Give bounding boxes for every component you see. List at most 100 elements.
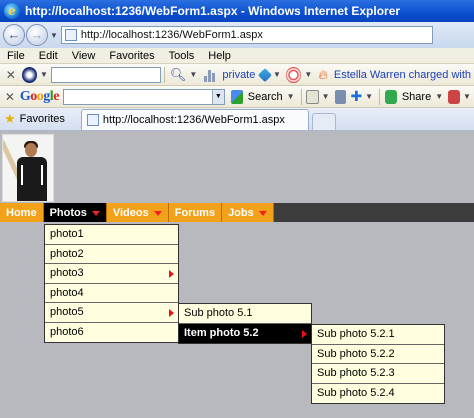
favorites-button[interactable]: ★ Favorites (4, 110, 71, 130)
tab-page-icon (86, 114, 99, 126)
new-tab-button[interactable] (311, 113, 336, 130)
site-nav-bar: Home Photos Videos Forums Jobs (0, 203, 474, 222)
toolbar-logo-icon[interactable] (21, 66, 37, 83)
photo5-menu-item[interactable]: Sub photo 5.1 (179, 304, 311, 324)
browser-tab-active[interactable]: http://localhost:1236/WebForm1.aspx (80, 109, 309, 130)
bar-chart-icon[interactable] (204, 68, 216, 82)
toolbar-row-1: ✕ ▼ 🔍︎ ▼ private ▼ ▼ 🔥︎ Estella Warren c… (0, 64, 474, 86)
menu-help[interactable]: Help (201, 50, 238, 62)
toolbar-dropdown-icon[interactable]: ▼ (40, 70, 48, 79)
menu-tools[interactable]: Tools (162, 50, 202, 62)
history-dropdown-icon[interactable]: ▼ (50, 31, 58, 40)
photos-menu-item-label: photo2 (50, 247, 84, 260)
nav-label: Forums (174, 206, 216, 219)
back-button[interactable]: ← (3, 24, 25, 46)
nav-photos[interactable]: Photos (43, 203, 107, 222)
page-rank-icon[interactable] (306, 89, 319, 104)
photos-menu-item-label: photo3 (50, 267, 84, 280)
cricketer-photo (2, 134, 54, 202)
divider (163, 66, 165, 83)
submenu-arrow-icon (169, 309, 174, 317)
photo52-menu-item-label: Sub photo 5.2.2 (317, 347, 395, 360)
share-button[interactable]: Share (402, 91, 431, 103)
nav-label: Videos (112, 206, 149, 219)
dropdown-caret-icon (91, 211, 100, 216)
submenu-arrow-icon (302, 329, 307, 338)
photos-menu-item[interactable]: photo2 (45, 245, 178, 264)
menu-view[interactable]: View (65, 50, 103, 62)
fire-icon[interactable]: 🔥︎ (318, 67, 328, 83)
dropdown-caret-icon (153, 211, 162, 216)
photos-menu-item-label: photo5 (50, 306, 84, 319)
address-input[interactable]: http://localhost:1236/WebForm1.aspx (60, 26, 433, 44)
google-logo: Google (19, 88, 59, 104)
nav-forums[interactable]: Forums (168, 203, 223, 222)
spellcheck-dropdown-icon[interactable]: ▼ (463, 92, 471, 101)
nav-jobs[interactable]: Jobs (222, 203, 274, 222)
ie-logo-icon: e (4, 3, 20, 19)
target-dropdown-icon[interactable]: ▼ (304, 70, 312, 79)
photo52-menu-item[interactable]: Sub photo 5.2.3 (312, 364, 444, 384)
photos-menu-item-label: photo6 (50, 326, 84, 339)
photo5-menu-item-label: Item photo 5.2 (184, 327, 259, 340)
photos-menu-item[interactable]: photo5 (45, 303, 178, 323)
menu-file[interactable]: File (0, 50, 32, 62)
link-icon[interactable] (258, 67, 273, 82)
toolbar-search-input[interactable] (50, 66, 161, 83)
site-nav-items: Home Photos Videos Forums Jobs (0, 203, 274, 222)
window-title: http://localhost:1236/WebForm1.aspx - Wi… (25, 4, 401, 18)
photo52-menu-item-label: Sub photo 5.2.3 (317, 367, 395, 380)
spellcheck-icon[interactable] (448, 89, 461, 104)
magnifier-icon[interactable]: 🔍︎ (170, 67, 187, 83)
photos-menu-item[interactable]: photo4 (45, 284, 178, 303)
page-content: Home Photos Videos Forums Jobs photo1 photo2 p… (0, 131, 474, 418)
puzzle-icon[interactable]: ✚ (350, 88, 362, 105)
google-search-button[interactable]: Search (248, 91, 283, 103)
page-rank-dropdown-icon[interactable]: ▼ (322, 92, 330, 101)
photo52-menu-item-label: Sub photo 5.2.4 (317, 387, 395, 400)
nav-videos[interactable]: Videos (106, 203, 169, 222)
photo52-submenu: Sub photo 5.2.1 Sub photo 5.2.2 Sub photo … (311, 324, 445, 404)
google-input-dropdown-icon[interactable]: ▼ (211, 89, 224, 104)
photos-menu-item[interactable]: photo3 (45, 264, 178, 284)
tab-row: ★ Favorites http://localhost:1236/WebFor… (0, 108, 474, 131)
photos-menu-item-label: photo1 (50, 228, 84, 241)
photos-menu-item[interactable]: photo1 (45, 225, 178, 245)
menu-favorites[interactable]: Favorites (102, 50, 161, 62)
divider (300, 88, 302, 105)
close-google-toolbar-icon[interactable]: ✕ (4, 90, 16, 104)
nav-label: Photos (49, 206, 87, 219)
photo5-menu-item[interactable]: Item photo 5.2 (179, 323, 311, 343)
google-search-input[interactable]: ▼ (62, 88, 225, 105)
share-icon[interactable] (384, 89, 397, 104)
google-search-icon[interactable] (230, 89, 243, 104)
photo52-menu-item[interactable]: Sub photo 5.2.2 (312, 345, 444, 364)
divider (379, 88, 380, 105)
photos-menu-item-label: photo4 (50, 286, 84, 299)
photo5-menu-item-label: Sub photo 5.1 (184, 307, 253, 320)
nav-home[interactable]: Home (0, 203, 44, 222)
private-link[interactable]: private (222, 69, 255, 81)
bookmark-icon[interactable] (334, 89, 347, 104)
search-dropdown-icon[interactable]: ▼ (189, 70, 197, 79)
tab-title: http://localhost:1236/WebForm1.aspx (102, 114, 285, 126)
news-ticker[interactable]: Estella Warren charged with (334, 69, 471, 81)
nav-label: Home (6, 206, 37, 219)
address-url: http://localhost:1236/WebForm1.aspx (80, 29, 263, 41)
favorites-star-icon: ★ (4, 111, 16, 126)
photo5-submenu: Sub photo 5.1 Item photo 5.2 (178, 303, 312, 344)
close-toolbar-icon[interactable]: ✕ (4, 68, 18, 82)
page-icon (64, 29, 77, 41)
target-icon[interactable] (285, 66, 302, 83)
puzzle-dropdown-icon[interactable]: ▼ (365, 92, 373, 101)
link-dropdown-icon[interactable]: ▼ (273, 70, 281, 79)
forward-button[interactable]: → (26, 24, 48, 46)
photo52-menu-item[interactable]: Sub photo 5.2.1 (312, 325, 444, 345)
menu-edit[interactable]: Edit (32, 50, 65, 62)
share-dropdown-icon[interactable]: ▼ (435, 92, 443, 101)
google-toolbar: ✕ Google ▼ Search ▼ ▼ ✚ ▼ Share ▼ ▼ (0, 86, 474, 108)
window-title-bar: e http://localhost:1236/WebForm1.aspx - … (0, 0, 474, 22)
search-dropdown-icon-2[interactable]: ▼ (287, 92, 295, 101)
photo52-menu-item[interactable]: Sub photo 5.2.4 (312, 384, 444, 404)
photos-menu-item[interactable]: photo6 (45, 323, 178, 343)
